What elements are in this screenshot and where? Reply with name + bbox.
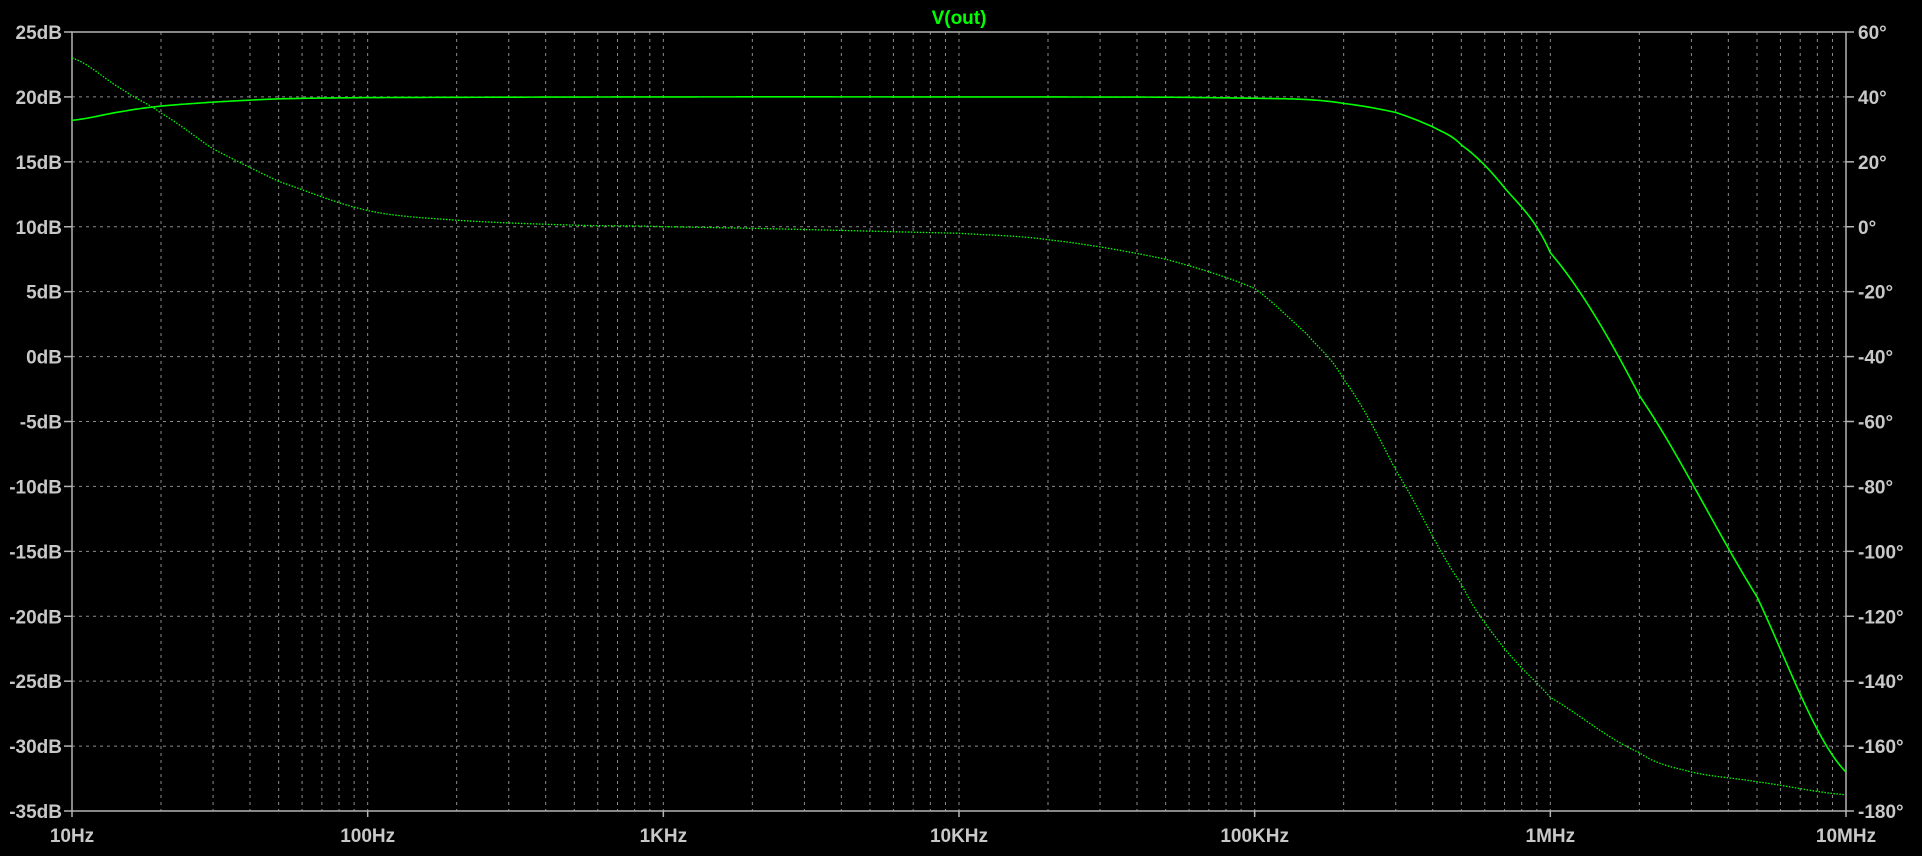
left-axis-label: 25dB (16, 23, 62, 44)
right-axis-label: 0° (1858, 218, 1876, 239)
right-axis-label: -120° (1858, 607, 1904, 628)
trace-title-vout[interactable]: V(out) (932, 8, 987, 29)
left-axis-label: -5dB (20, 413, 62, 434)
left-axis-label: -35dB (9, 802, 62, 823)
left-axis-label: 20dB (16, 88, 62, 109)
left-axis-label: -15dB (9, 542, 62, 563)
x-axis-label: 1KHz (640, 826, 688, 847)
right-axis-label: -40° (1858, 348, 1893, 369)
right-axis-label: 40° (1858, 88, 1887, 109)
plot-background (0, 0, 1922, 856)
x-axis-label: 10MHz (1816, 826, 1876, 847)
right-axis-label: -140° (1858, 672, 1904, 693)
right-axis-label: -60° (1858, 413, 1893, 434)
right-axis-label: -100° (1858, 542, 1904, 563)
x-axis-label: 100Hz (340, 826, 395, 847)
right-axis-label: -20° (1858, 283, 1893, 304)
x-axis-label: 1MHz (1526, 826, 1576, 847)
bode-plot: 25dB 20dB 15dB 10dB 5dB 0dB -5dB -10dB -15dB -20d… (0, 0, 1922, 856)
x-axis-label: 10Hz (50, 826, 94, 847)
left-axis-label: 5dB (26, 283, 62, 304)
left-axis-label: 0dB (26, 348, 62, 369)
left-axis-label: -10dB (9, 477, 62, 498)
left-axis-label: -30dB (9, 737, 62, 758)
right-axis-label: 20° (1858, 153, 1887, 174)
left-axis-label: -20dB (9, 607, 62, 628)
right-axis-label: -80° (1858, 477, 1893, 498)
right-axis-label: -180° (1858, 802, 1904, 823)
right-axis-label: 60° (1858, 23, 1887, 44)
x-axis-label: 100KHz (1220, 826, 1289, 847)
x-axis-label: 10KHz (930, 826, 988, 847)
left-axis-label: 10dB (16, 218, 62, 239)
left-axis-label: -25dB (9, 672, 62, 693)
right-axis-label: -160° (1858, 737, 1904, 758)
bode-plot-window: 25dB 20dB 15dB 10dB 5dB 0dB -5dB -10dB -15dB -20d… (0, 0, 1922, 856)
left-axis-label: 15dB (16, 153, 62, 174)
